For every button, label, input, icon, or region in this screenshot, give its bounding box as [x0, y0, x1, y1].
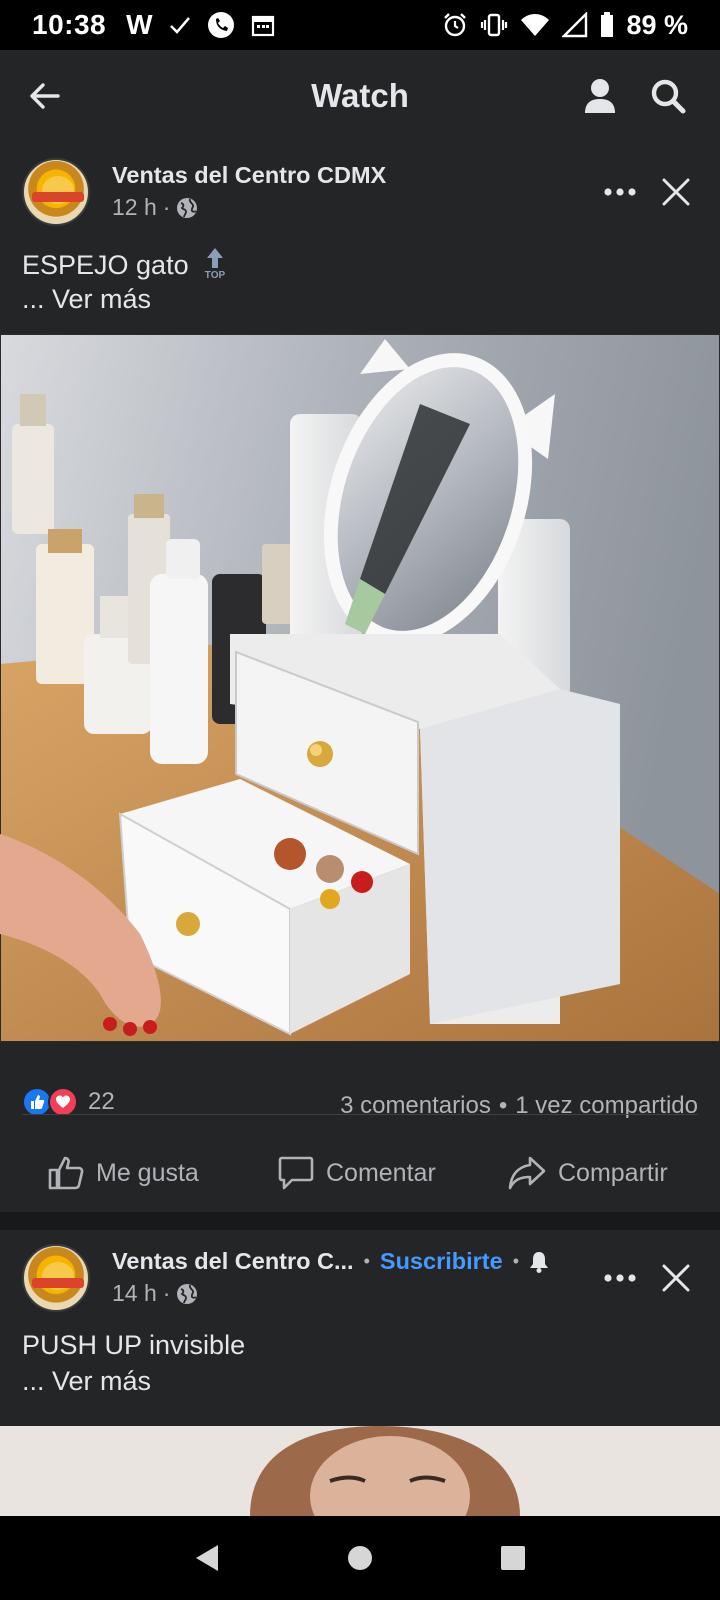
avatar[interactable] — [22, 1244, 90, 1312]
profile-button[interactable] — [578, 74, 622, 118]
nav-recents-button[interactable] — [493, 1538, 533, 1578]
bell-icon[interactable] — [529, 1251, 549, 1273]
post-actions: Me gusta Comentar Compartir — [0, 1132, 720, 1212]
share-arrow-icon — [508, 1156, 546, 1190]
close-icon — [662, 1264, 690, 1292]
comments-count[interactable]: 3 comentarios — [340, 1092, 491, 1120]
share-button[interactable]: Compartir — [508, 1156, 668, 1190]
battery-icon — [600, 12, 614, 38]
close-button[interactable] — [654, 1256, 698, 1300]
subscribe-link[interactable]: Suscribirte — [380, 1248, 503, 1275]
app-bar: Watch — [0, 50, 720, 142]
love-reaction-icon — [48, 1087, 78, 1117]
search-button[interactable] — [646, 74, 690, 118]
phone-icon — [207, 11, 235, 39]
top-arrow-icon: TOP — [205, 248, 226, 281]
search-icon — [651, 79, 686, 114]
post-header-line: Ventas del Centro C... • Suscribirte • — [112, 1248, 549, 1275]
close-button[interactable] — [654, 170, 698, 214]
triangle-back-icon — [195, 1545, 218, 1571]
w-icon: W — [126, 9, 153, 40]
arrow-left-icon — [30, 83, 60, 109]
circle-home-icon — [347, 1546, 372, 1570]
system-nav-bar — [0, 1516, 720, 1600]
post-text: ESPEJO gato — [22, 250, 189, 280]
post-card: Ventas del Centro C... • Suscribirte • 1… — [0, 1230, 720, 1516]
share-label: Compartir — [558, 1158, 668, 1187]
status-right-icons: 89 % — [442, 10, 688, 41]
calendar-icon — [251, 13, 275, 37]
meta-dot: · — [162, 194, 171, 220]
more-options-button[interactable] — [598, 1258, 642, 1298]
globe-icon — [177, 1283, 198, 1304]
comment-button[interactable]: Comentar — [278, 1156, 436, 1190]
more-dots-icon — [604, 188, 636, 196]
header-separator: • — [363, 1251, 370, 1271]
more-dots-icon — [604, 1274, 636, 1282]
square-recents-icon — [501, 1546, 526, 1570]
meta-dot: · — [162, 1280, 171, 1306]
comment-icon — [278, 1156, 314, 1190]
status-bar: 10:38 W 89 % — [0, 0, 720, 50]
see-more-link[interactable]: ... Ver más — [22, 284, 151, 315]
video-thumbnail-image — [0, 1426, 720, 1516]
post-text: PUSH UP invisible — [22, 1330, 246, 1360]
vanity-mirror-image — [0, 334, 720, 1042]
post-time: 12 h — [112, 194, 157, 220]
person-icon — [585, 79, 615, 113]
nav-back-button[interactable] — [187, 1538, 227, 1578]
post-time: 14 h — [112, 1280, 157, 1306]
reaction-summary[interactable]: 22 — [22, 1087, 115, 1117]
thumbs-up-icon — [48, 1156, 84, 1190]
battery-percent: 89 % — [626, 9, 688, 40]
alarm-icon — [442, 12, 468, 38]
like-button[interactable]: Me gusta — [48, 1156, 199, 1190]
signal-icon — [562, 12, 588, 38]
status-time: 10:38 — [32, 9, 107, 40]
page-name[interactable]: Ventas del Centro C... — [112, 1248, 354, 1275]
post-meta: 14 h · — [112, 1280, 198, 1307]
stats-separator: • — [498, 1092, 508, 1119]
nav-home-button[interactable] — [340, 1538, 380, 1578]
shares-count[interactable]: 1 vez compartido — [515, 1092, 698, 1120]
divider — [22, 1114, 698, 1115]
back-button[interactable] — [22, 74, 66, 118]
post-text-line: ESPEJO gato TOP — [22, 246, 228, 283]
avatar[interactable] — [22, 158, 90, 226]
vibrate-icon — [480, 12, 508, 38]
page-name[interactable]: Ventas del Centro CDMX — [112, 162, 386, 189]
comment-label: Comentar — [326, 1158, 436, 1187]
check-icon — [169, 14, 191, 36]
feed-separator — [0, 1212, 720, 1230]
more-options-button[interactable] — [598, 172, 642, 212]
wifi-icon — [520, 12, 550, 38]
reaction-count: 22 — [88, 1088, 115, 1115]
post-card: Ventas del Centro CDMX 12 h · ESPEJO gat… — [0, 142, 720, 1212]
header-separator: • — [512, 1251, 519, 1271]
close-icon — [662, 178, 690, 206]
status-left-icons: W — [126, 9, 274, 41]
svg-text:TOP: TOP — [205, 270, 226, 280]
post-stats: 3 comentarios • 1 vez compartido — [340, 1092, 698, 1120]
like-label: Me gusta — [96, 1158, 199, 1187]
post-meta: 12 h · — [112, 194, 198, 221]
post-video[interactable] — [0, 1426, 720, 1516]
see-more-link[interactable]: ... Ver más — [22, 1366, 151, 1397]
globe-icon — [177, 197, 198, 218]
post-video[interactable] — [0, 334, 720, 1042]
